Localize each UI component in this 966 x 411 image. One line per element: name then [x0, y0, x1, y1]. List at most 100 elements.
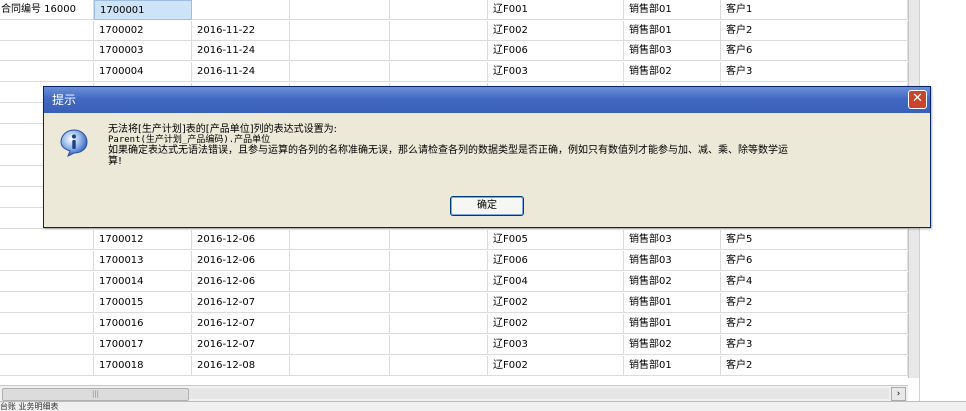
- table-cell[interactable]: 2016-12-06: [192, 251, 290, 271]
- table-cell[interactable]: [290, 335, 390, 355]
- table-cell[interactable]: 客户6: [721, 41, 908, 61]
- table-cell[interactable]: 销售部01: [624, 356, 721, 376]
- table-cell[interactable]: 销售部01: [624, 21, 721, 41]
- table-cell[interactable]: 1700014: [94, 272, 192, 292]
- table-cell[interactable]: 客户2: [721, 21, 908, 41]
- table-cell[interactable]: [290, 314, 390, 334]
- table-row[interactable]: 1700013 2016-12-06 辽F006 销售部03 客户6: [0, 251, 908, 272]
- table-row[interactable]: 1700016 2016-12-07 辽F002 销售部01 客户2: [0, 314, 908, 335]
- dialog-titlebar[interactable]: 提示 ✕: [44, 87, 930, 113]
- table-row[interactable]: 1700012 2016-12-06 辽F005 销售部03 客户5: [0, 230, 908, 251]
- table-cell[interactable]: 2016-12-06: [192, 230, 290, 250]
- table-cell[interactable]: 销售部02: [624, 62, 721, 82]
- table-cell[interactable]: 1700013: [94, 251, 192, 271]
- table-cell[interactable]: 客户6: [721, 251, 908, 271]
- table-cell[interactable]: 1700012: [94, 230, 192, 250]
- table-row[interactable]: 1700003 2016-11-24 辽F006 销售部03 客户6: [0, 41, 908, 62]
- table-cell[interactable]: 辽F003: [488, 62, 624, 82]
- table-cell[interactable]: 销售部02: [624, 335, 721, 355]
- table-cell[interactable]: [390, 0, 488, 20]
- table-row[interactable]: 1700015 2016-12-07 辽F002 销售部01 客户2: [0, 293, 908, 314]
- table-row[interactable]: 1700017 2016-12-07 辽F003 销售部02 客户3: [0, 335, 908, 356]
- table-cell[interactable]: [390, 41, 488, 61]
- table-cell[interactable]: 2016-12-07: [192, 293, 290, 313]
- table-cell[interactable]: [0, 21, 94, 41]
- table-row[interactable]: 1700018 2016-12-08 辽F002 销售部01 客户2: [0, 356, 908, 377]
- table-cell[interactable]: 1700016: [94, 314, 192, 334]
- table-cell[interactable]: 客户1: [721, 0, 908, 20]
- table-cell[interactable]: [0, 230, 94, 250]
- scrollbar-track[interactable]: [189, 388, 889, 399]
- table-cell[interactable]: [0, 314, 94, 334]
- table-cell[interactable]: [390, 21, 488, 41]
- table-cell[interactable]: [390, 251, 488, 271]
- table-cell[interactable]: 销售部03: [624, 251, 721, 271]
- table-cell[interactable]: 辽F002: [488, 314, 624, 334]
- table-cell[interactable]: 辽F004: [488, 272, 624, 292]
- table-cell[interactable]: [0, 272, 94, 292]
- table-row[interactable]: 1700014 2016-12-06 辽F004 销售部02 客户4: [0, 272, 908, 293]
- table-cell[interactable]: 客户5: [721, 230, 908, 250]
- horizontal-scrollbar[interactable]: ||| ›: [0, 385, 908, 402]
- table-cell[interactable]: [290, 293, 390, 313]
- table-cell[interactable]: 销售部02: [624, 272, 721, 292]
- table-cell[interactable]: 辽F005: [488, 230, 624, 250]
- table-cell[interactable]: 客户2: [721, 356, 908, 376]
- scroll-right-arrow-icon[interactable]: ›: [891, 387, 906, 401]
- table-cell[interactable]: [290, 62, 390, 82]
- table-cell[interactable]: 辽F001: [488, 0, 624, 20]
- table-cell[interactable]: [390, 335, 488, 355]
- table-cell[interactable]: 合同编号 16000: [0, 0, 94, 20]
- table-cell[interactable]: [0, 293, 94, 313]
- table-cell[interactable]: 2016-12-07: [192, 314, 290, 334]
- table-cell[interactable]: 辽F003: [488, 335, 624, 355]
- table-cell[interactable]: 销售部03: [624, 41, 721, 61]
- table-cell[interactable]: [0, 335, 94, 355]
- table-cell[interactable]: [390, 272, 488, 292]
- table-cell[interactable]: 客户3: [721, 62, 908, 82]
- table-cell[interactable]: [0, 41, 94, 61]
- table-cell[interactable]: [290, 0, 390, 20]
- table-cell[interactable]: [290, 356, 390, 376]
- table-cell[interactable]: 1700001: [94, 0, 192, 20]
- table-cell[interactable]: [390, 293, 488, 313]
- table-cell[interactable]: 销售部01: [624, 0, 721, 20]
- table-cell[interactable]: 销售部01: [624, 314, 721, 334]
- table-cell[interactable]: [290, 230, 390, 250]
- table-cell[interactable]: 客户2: [721, 314, 908, 334]
- table-cell[interactable]: 客户4: [721, 272, 908, 292]
- table-cell[interactable]: [290, 41, 390, 61]
- table-cell[interactable]: [290, 272, 390, 292]
- table-cell[interactable]: 2016-11-24: [192, 62, 290, 82]
- table-cell[interactable]: [192, 0, 290, 20]
- table-cell[interactable]: [0, 251, 94, 271]
- table-cell[interactable]: 辽F002: [488, 21, 624, 41]
- table-cell[interactable]: 辽F002: [488, 293, 624, 313]
- table-cell[interactable]: [390, 356, 488, 376]
- table-cell[interactable]: 销售部01: [624, 293, 721, 313]
- table-cell[interactable]: [290, 21, 390, 41]
- table-cell[interactable]: 客户2: [721, 293, 908, 313]
- table-cell[interactable]: 1700003: [94, 41, 192, 61]
- table-cell[interactable]: 2016-11-24: [192, 41, 290, 61]
- table-cell[interactable]: 2016-12-06: [192, 272, 290, 292]
- table-cell[interactable]: 1700017: [94, 335, 192, 355]
- table-cell[interactable]: [290, 251, 390, 271]
- table-cell[interactable]: [0, 62, 94, 82]
- table-cell[interactable]: [390, 230, 488, 250]
- table-cell[interactable]: 辽F006: [488, 251, 624, 271]
- table-cell[interactable]: 2016-11-22: [192, 21, 290, 41]
- table-cell[interactable]: 辽F006: [488, 41, 624, 61]
- ok-button[interactable]: 确定: [450, 196, 524, 216]
- table-cell[interactable]: 销售部03: [624, 230, 721, 250]
- table-cell[interactable]: 1700002: [94, 21, 192, 41]
- table-cell[interactable]: 客户3: [721, 335, 908, 355]
- table-cell[interactable]: 2016-12-07: [192, 335, 290, 355]
- table-cell[interactable]: 1700015: [94, 293, 192, 313]
- table-cell[interactable]: 1700018: [94, 356, 192, 376]
- table-cell[interactable]: [390, 314, 488, 334]
- table-row[interactable]: 1700004 2016-11-24 辽F003 销售部02 客户3: [0, 62, 908, 83]
- table-cell[interactable]: 2016-12-08: [192, 356, 290, 376]
- table-row[interactable]: 合同编号 16000 1700001 辽F001 销售部01 客户1: [0, 0, 908, 21]
- table-cell[interactable]: [0, 356, 94, 376]
